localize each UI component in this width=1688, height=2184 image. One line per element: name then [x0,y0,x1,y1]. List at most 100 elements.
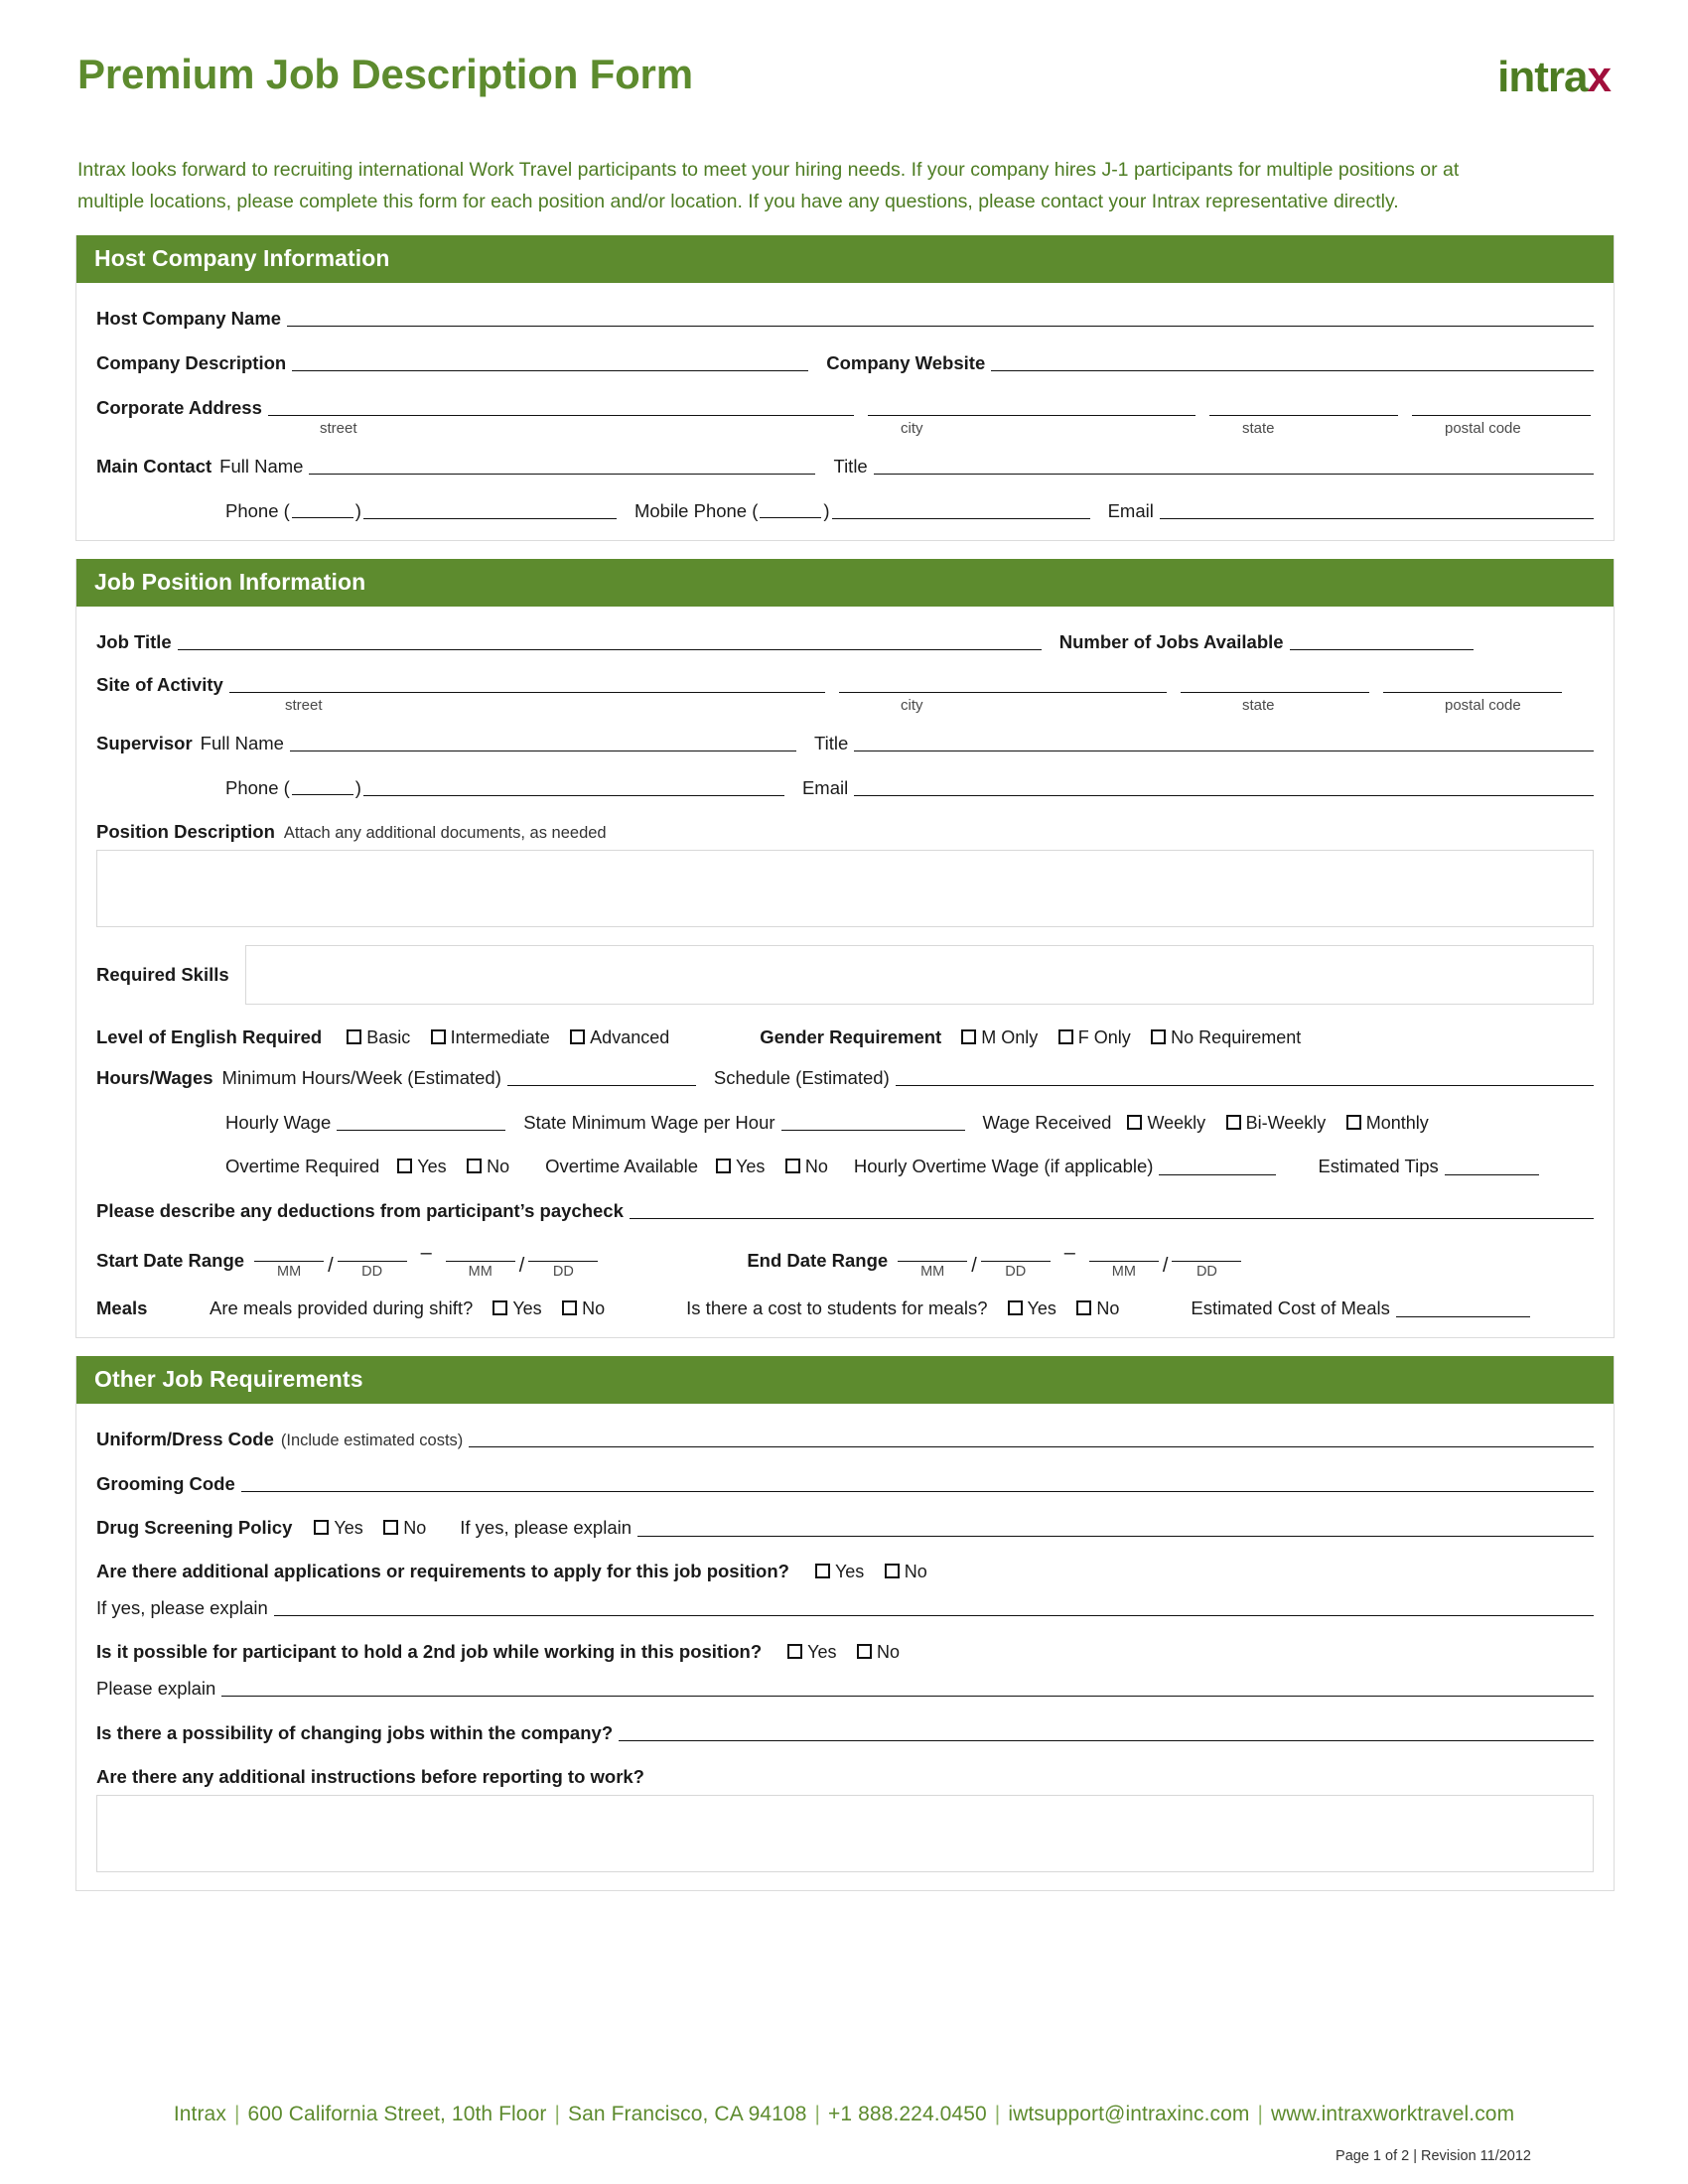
corporate-address-street-input[interactable] [267,396,854,417]
wage-received-biweekly[interactable]: Bi-Weekly [1225,1113,1326,1134]
hourly-overtime-wage-input[interactable] [1159,1156,1277,1176]
supervisor-fullname-label: Full Name [200,733,284,754]
end-to-dd[interactable]: DD [1172,1244,1242,1280]
drug-option-yes[interactable]: Yes [314,1518,363,1539]
second-job-no[interactable]: No [856,1642,900,1663]
checkbox-icon[interactable] [814,1563,830,1578]
page-title: Premium Job Description Form [77,51,693,97]
overtime-required-yes[interactable]: Yes [397,1157,447,1177]
checkbox-icon[interactable] [784,1158,800,1173]
supervisor-title-input[interactable] [854,732,1594,752]
additional-instructions-textarea[interactable] [96,1795,1594,1873]
host-company-name-input[interactable] [287,307,1594,328]
checkbox-icon[interactable] [492,1299,508,1315]
schedule-input[interactable] [895,1066,1594,1087]
job-title-input[interactable] [177,630,1042,651]
start-from-dd[interactable]: DD [337,1244,407,1280]
number-of-jobs-input[interactable] [1289,630,1474,651]
additional-apps-yes[interactable]: Yes [814,1562,864,1582]
overtime-available-no[interactable]: No [784,1157,828,1177]
checkbox-icon[interactable] [1127,1115,1143,1131]
main-contact-mobile-input[interactable] [831,499,1090,520]
main-contact-fullname-input[interactable] [309,455,816,476]
end-from-dd[interactable]: DD [980,1244,1051,1280]
deductions-input[interactable] [629,1199,1594,1220]
checkbox-icon[interactable] [787,1643,803,1659]
site-city-input[interactable] [838,673,1167,694]
uniform-input[interactable] [469,1428,1594,1448]
checkbox-icon[interactable] [467,1158,483,1173]
supervisor-fullname-input[interactable] [289,732,796,752]
position-description-textarea[interactable] [96,850,1594,928]
company-description-input[interactable] [292,351,809,372]
main-contact-phone-input[interactable] [362,499,617,520]
footer-email[interactable]: iwtsupport@intraxinc.com [1008,2103,1249,2125]
checkbox-icon[interactable] [383,1519,399,1535]
overtime-available-yes[interactable]: Yes [716,1157,765,1177]
gender-option-m-only[interactable]: M Only [961,1027,1038,1048]
grooming-input[interactable] [240,1472,1594,1493]
estimated-cost-meals-input[interactable] [1395,1297,1530,1318]
english-option-advanced[interactable]: Advanced [570,1027,669,1048]
supervisor-phone-input[interactable] [362,776,784,797]
site-state-input[interactable] [1180,673,1369,694]
corporate-address-postal-input[interactable] [1411,396,1591,417]
checkbox-icon[interactable] [347,1028,362,1044]
estimated-tips-input[interactable] [1444,1156,1539,1176]
checkbox-icon[interactable] [1007,1299,1023,1315]
overtime-required-no[interactable]: No [467,1157,509,1177]
main-contact-email-input[interactable] [1159,499,1594,520]
mobile-area-code-input[interactable] [760,503,822,519]
checkbox-icon[interactable] [1057,1028,1073,1044]
start-to-mm[interactable]: MM [445,1244,515,1280]
meals-provided-no[interactable]: No [562,1298,605,1319]
checkbox-icon[interactable] [856,1643,872,1659]
start-to-dd[interactable]: DD [528,1244,599,1280]
checkbox-icon[interactable] [570,1028,586,1044]
checkbox-icon[interactable] [314,1519,330,1535]
meals-cost-yes[interactable]: Yes [1007,1298,1056,1319]
site-street-input[interactable] [228,673,825,694]
hourly-wage-input[interactable] [337,1111,506,1132]
checkbox-icon[interactable] [1076,1299,1092,1315]
corporate-address-state-input[interactable] [1208,396,1398,417]
state-min-wage-input[interactable] [780,1111,965,1132]
start-from-mm[interactable]: MM [254,1244,325,1280]
checkbox-icon[interactable] [961,1028,977,1044]
company-website-input[interactable] [991,351,1594,372]
phone-area-code-input[interactable] [291,503,353,519]
english-option-intermediate[interactable]: Intermediate [430,1027,550,1048]
drug-explain-input[interactable] [637,1517,1594,1538]
checkbox-icon[interactable] [562,1299,578,1315]
checkbox-icon[interactable] [397,1158,413,1173]
gender-option-no-requirement[interactable]: No Requirement [1151,1027,1301,1048]
wage-received-weekly[interactable]: Weekly [1127,1113,1205,1134]
checkbox-icon[interactable] [1151,1028,1167,1044]
drug-option-no[interactable]: No [383,1518,426,1539]
please-explain-input[interactable] [221,1677,1594,1698]
end-to-mm[interactable]: MM [1088,1244,1159,1280]
changing-jobs-input[interactable] [619,1721,1594,1742]
required-skills-textarea[interactable] [245,945,1594,1006]
site-postal-input[interactable] [1382,673,1562,694]
english-option-basic[interactable]: Basic [347,1027,410,1048]
second-job-yes[interactable]: Yes [787,1642,837,1663]
min-hours-input[interactable] [506,1066,696,1087]
corporate-address-city-input[interactable] [867,396,1196,417]
checkbox-icon[interactable] [1345,1115,1361,1131]
wage-received-monthly[interactable]: Monthly [1345,1113,1429,1134]
meals-cost-no[interactable]: No [1076,1298,1119,1319]
additional-apps-no[interactable]: No [884,1562,927,1582]
gender-option-f-only[interactable]: F Only [1057,1027,1131,1048]
if-yes-explain-input[interactable] [273,1596,1594,1617]
end-from-mm[interactable]: MM [898,1244,968,1280]
checkbox-icon[interactable] [884,1563,900,1578]
main-contact-title-input[interactable] [873,455,1594,476]
supervisor-area-code-input[interactable] [291,780,353,796]
checkbox-icon[interactable] [1225,1115,1241,1131]
checkbox-icon[interactable] [716,1158,732,1173]
supervisor-email-input[interactable] [854,776,1594,797]
checkbox-icon[interactable] [430,1028,446,1044]
meals-provided-yes[interactable]: Yes [492,1298,542,1319]
footer-website[interactable]: www.intraxworktravel.com [1271,2103,1514,2125]
